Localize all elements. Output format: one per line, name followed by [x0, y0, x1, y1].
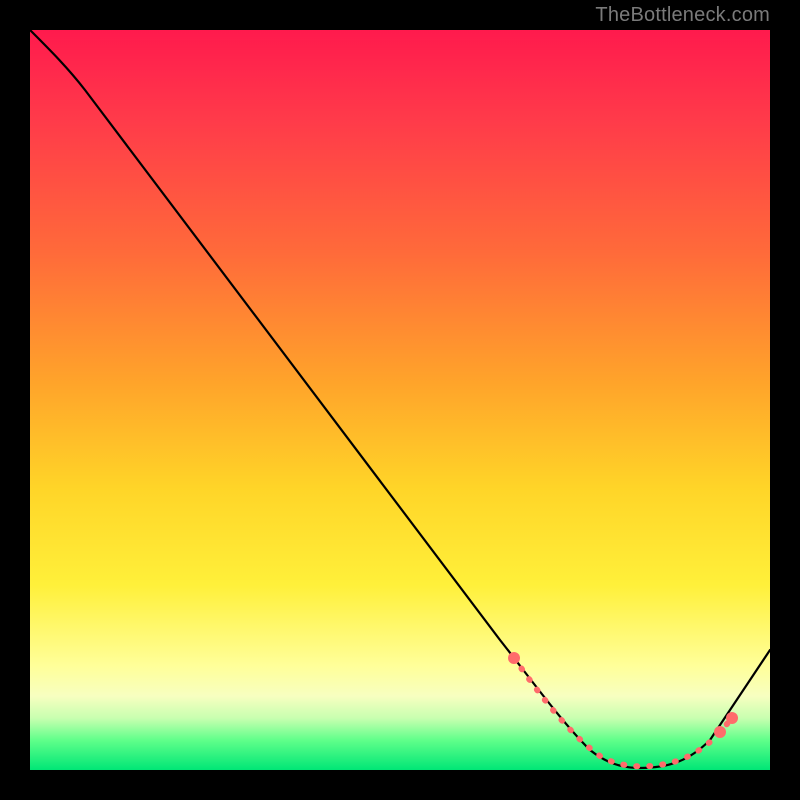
- highlight-dotted: [514, 658, 730, 766]
- bottleneck-curve: [30, 30, 770, 768]
- chart-frame: TheBottleneck.com: [0, 0, 800, 800]
- plot-area: [30, 30, 770, 770]
- highlight-marker-start: [508, 652, 520, 664]
- watermark-text: TheBottleneck.com: [595, 4, 770, 27]
- highlight-marker-end: [726, 712, 738, 724]
- highlight-marker-a: [714, 726, 726, 738]
- curve-svg: [30, 30, 770, 770]
